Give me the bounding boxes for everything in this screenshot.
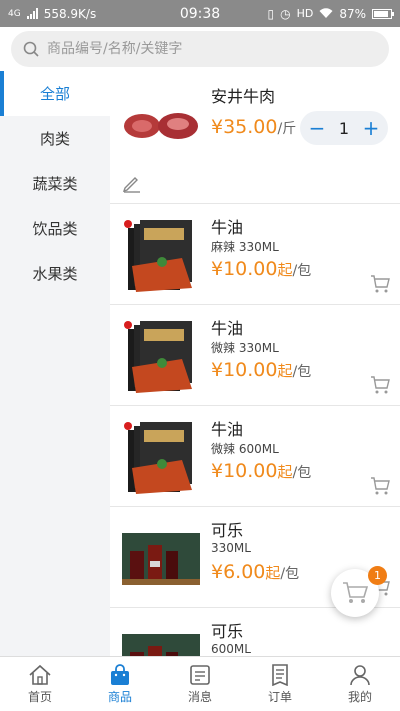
product-item[interactable]: 牛油 微辣 600ML ¥10.00起/包 [110, 406, 400, 507]
price-unit: /斤 [277, 121, 297, 137]
product-name: 安井牛肉 [211, 87, 276, 106]
edit-row [110, 163, 400, 204]
category-vegetable[interactable]: 蔬菜类 [0, 161, 110, 206]
category-all[interactable]: 全部 [0, 71, 110, 116]
tab-label: 商品 [107, 689, 132, 704]
price-value: ¥10.00 [211, 258, 278, 280]
edit-icon[interactable] [122, 173, 142, 193]
product-price: ¥6.00起/包 [211, 561, 299, 583]
tab-orders[interactable]: 订单 [240, 657, 320, 711]
bottom-tab-bar: 首页 商品 消息 订单 我的 [0, 656, 400, 711]
category-label: 肉类 [39, 130, 70, 148]
tab-products[interactable]: 商品 [80, 657, 160, 711]
product-spec: 微辣 330ML [211, 341, 279, 355]
price-value: ¥10.00 [211, 359, 278, 381]
hotpot-base-image [124, 220, 192, 292]
battery-icon [372, 8, 394, 19]
hd-label: HD [296, 7, 314, 20]
price-unit: /包 [280, 566, 300, 582]
price-from: 起 [277, 463, 293, 481]
category-fruit[interactable]: 水果类 [0, 251, 110, 296]
category-meat[interactable]: 肉类 [0, 116, 110, 161]
product-name: 牛油 [211, 420, 244, 439]
category-label: 饮品类 [32, 220, 78, 238]
price-from: 起 [277, 362, 293, 380]
quantity-value: 1 [338, 118, 350, 138]
cola-image [122, 634, 200, 656]
category-label: 全部 [39, 85, 70, 103]
product-price: ¥10.00起/包 [211, 460, 311, 482]
signal-icon [26, 8, 38, 19]
network-label: 4G [8, 8, 21, 19]
shopping-bag-icon [111, 663, 129, 685]
battery-percent: 87% [339, 6, 366, 21]
search-icon [23, 41, 39, 57]
profile-icon [350, 664, 370, 685]
tab-label: 消息 [187, 689, 212, 704]
cart-icon[interactable] [370, 375, 390, 395]
tab-label: 我的 [347, 689, 372, 704]
search-bar [0, 27, 400, 71]
product-item[interactable]: 牛油 微辣 330ML ¥10.00起/包 [110, 305, 400, 406]
price-unit: /包 [292, 364, 312, 380]
category-label: 水果类 [32, 265, 78, 283]
quantity-stepper: − 1 + [300, 111, 388, 145]
tab-profile[interactable]: 我的 [320, 657, 400, 711]
tab-messages[interactable]: 消息 [160, 657, 240, 711]
product-price: ¥10.00起/包 [211, 258, 311, 280]
product-name: 牛油 [211, 218, 244, 237]
price-value: ¥6.00 [211, 561, 266, 583]
category-label: 蔬菜类 [32, 175, 78, 193]
vibrate-icon: ▯ [267, 6, 275, 21]
product-price: ¥35.00/斤 [211, 116, 296, 138]
product-spec: 330ML [211, 541, 251, 555]
decrease-button[interactable]: − [308, 118, 326, 138]
increase-button[interactable]: + [362, 118, 380, 138]
cart-icon[interactable] [370, 476, 390, 496]
hotpot-base-image [124, 422, 192, 494]
tab-label: 订单 [267, 689, 292, 704]
product-name: 可乐 [211, 622, 244, 641]
clock: 09:38 [179, 5, 221, 22]
price-unit: /包 [292, 465, 312, 481]
product-name: 牛油 [211, 319, 244, 338]
product-item[interactable]: 牛油 麻辣 330ML ¥10.00起/包 [110, 204, 400, 305]
cart-icon [343, 582, 368, 603]
hotpot-base-image [124, 321, 192, 393]
category-sidebar: 全部 肉类 蔬菜类 饮品类 水果类 [0, 71, 110, 656]
network-speed: 558.9K/s [43, 6, 97, 21]
price-from: 起 [265, 564, 281, 582]
price-value: ¥35.00 [211, 116, 278, 138]
beef-image [122, 106, 202, 144]
order-icon [272, 663, 288, 686]
product-spec: 麻辣 330ML [211, 240, 279, 254]
cola-image [122, 533, 200, 585]
tab-home[interactable]: 首页 [0, 657, 80, 711]
product-name: 可乐 [211, 521, 244, 540]
wifi-icon [319, 8, 333, 18]
status-bar: 4G 558.9K/s 09:38 ▯ ◷ HD 87% [0, 0, 400, 27]
price-from: 起 [277, 261, 293, 279]
tab-label: 首页 [27, 689, 52, 704]
home-icon [29, 664, 51, 685]
alarm-icon: ◷ [280, 6, 291, 21]
cart-count-badge: 1 [368, 566, 387, 585]
search-input[interactable] [47, 41, 347, 57]
price-value: ¥10.00 [211, 460, 278, 482]
product-spec: 微辣 600ML [211, 442, 279, 456]
message-icon [190, 664, 210, 685]
price-unit: /包 [292, 263, 312, 279]
cart-icon[interactable] [370, 274, 390, 294]
search-box[interactable] [11, 31, 389, 67]
product-price: ¥10.00起/包 [211, 359, 311, 381]
category-drinks[interactable]: 饮品类 [0, 206, 110, 251]
product-spec: 600ML [211, 642, 251, 656]
featured-product[interactable]: 安井牛肉 ¥35.00/斤 − 1 + [110, 71, 400, 163]
